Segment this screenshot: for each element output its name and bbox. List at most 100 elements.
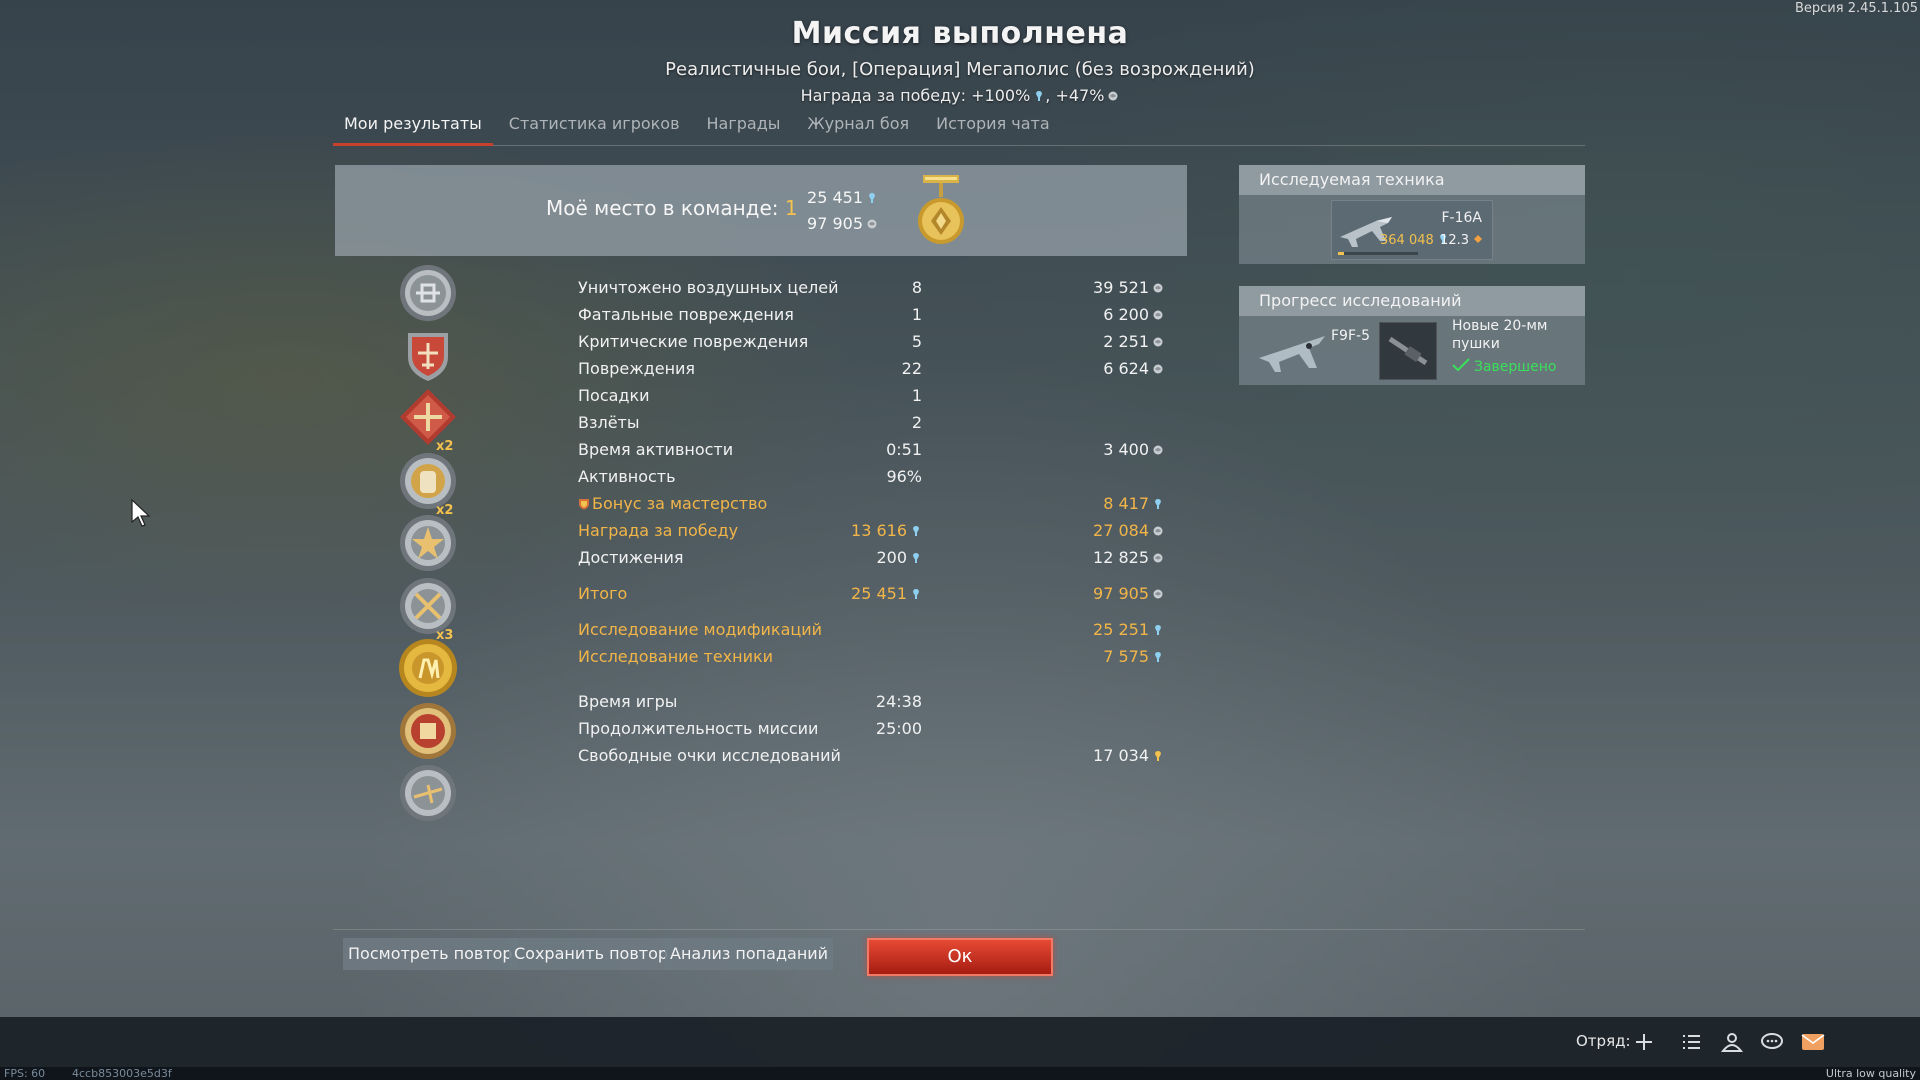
red-emblem-award-icon[interactable] <box>398 701 458 761</box>
silver-lion-icon <box>1153 364 1163 374</box>
stat-count: 0:51 <box>886 440 922 459</box>
stat-label: Исследование техники <box>578 647 774 666</box>
vehicle-name: F-16A <box>1441 210 1483 226</box>
rp-icon <box>1155 652 1161 662</box>
silver-lion-icon <box>1153 553 1163 563</box>
tab-my-results[interactable]: Мои результаты <box>333 110 493 146</box>
stat-count: 22 <box>901 359 922 378</box>
hit-analysis-button[interactable]: Анализ попаданий <box>665 938 834 970</box>
module-card[interactable] <box>1379 322 1437 380</box>
vehicle-card-f16a[interactable]: F-16A 364 048 12.3 <box>1331 200 1493 260</box>
summary-rp-value: 25 451 <box>807 188 863 207</box>
stat-count: 25:00 <box>875 719 922 738</box>
stat-reward-value: 6 624 <box>1103 359 1149 378</box>
summary-sl-value: 97 905 <box>807 214 863 233</box>
tab-battle-log[interactable]: Журнал боя <box>796 110 920 146</box>
ok-button[interactable]: Ок <box>867 938 1053 976</box>
stat-label: Критические повреждения <box>578 332 809 351</box>
stat-row: Взлёты 2 <box>578 413 1178 437</box>
stat-count: 200 <box>876 548 922 567</box>
summary-rp: 25 451 <box>807 188 878 207</box>
stat-reward-value: 8 417 <box>1103 494 1149 513</box>
watch-replay-button[interactable]: Посмотреть повтор <box>343 938 518 970</box>
stat-label-text: Бонус за мастерство <box>592 494 768 513</box>
stat-row-module-research: Исследование модификаций 25 251 <box>578 620 1178 644</box>
research-progress-title: Прогресс исследований <box>1239 286 1585 316</box>
stat-count: 25 451 <box>851 584 922 603</box>
stat-label: Исследование модификаций <box>578 620 823 639</box>
stat-row-victory-reward: Награда за победу 13 616 27 084 <box>578 521 1178 545</box>
stat-reward: 3 400 <box>1103 440 1164 459</box>
stat-count: 96% <box>886 467 922 486</box>
stat-reward-value: 12 825 <box>1093 548 1149 567</box>
silver-lion-icon <box>1153 310 1163 320</box>
stat-label: Достижения <box>578 548 684 567</box>
stat-reward: 6 200 <box>1103 305 1164 324</box>
add-squad-icon[interactable] <box>1630 1029 1658 1055</box>
stat-reward: 7 575 <box>1103 647 1164 666</box>
save-replay-button[interactable]: Сохранить повтор <box>509 938 674 970</box>
stat-reward-value: 17 034 <box>1093 746 1149 765</box>
researched-vehicle-panel: Исследуемая техника F-16A 364 048 12.3 <box>1239 165 1585 264</box>
tab-rewards[interactable]: Награды <box>696 110 792 146</box>
stat-label: Свободные очки исследований <box>578 746 841 765</box>
fist-award-icon[interactable] <box>398 451 458 511</box>
explosion-award-icon[interactable] <box>398 513 458 573</box>
stat-row: Свободные очки исследований 17 034 <box>578 746 1178 770</box>
stat-label: Награда за победу <box>578 521 739 540</box>
air-targets-award-icon[interactable] <box>398 263 458 323</box>
list-icon[interactable] <box>1677 1029 1705 1055</box>
stat-reward: 97 905 <box>1093 584 1164 603</box>
stat-label: Посадки <box>578 386 650 405</box>
stat-count: 8 <box>911 278 922 297</box>
divider <box>333 929 1585 930</box>
stat-reward-value: 7 575 <box>1103 647 1149 666</box>
results-tabs: Мои результаты Статистика игроков Наград… <box>333 110 1585 146</box>
team-place-label: Моё место в команде: 1 <box>546 196 798 220</box>
red-cross-award-icon[interactable] <box>398 387 458 447</box>
vehicle-rp: 364 048 <box>1380 233 1449 248</box>
stat-row-total: Итого 25 451 97 905 <box>578 584 1178 608</box>
stat-label: Время активности <box>578 440 734 459</box>
stat-row-vehicle-research: Исследование техники 7 575 <box>578 647 1178 671</box>
stat-row: Критические повреждения 5 2 251 <box>578 332 1178 356</box>
stat-reward-value: 2 251 <box>1103 332 1149 351</box>
silver-lion-icon <box>1153 589 1163 599</box>
stat-count: 24:38 <box>875 692 922 711</box>
stat-reward: 8 417 <box>1103 494 1164 513</box>
mouse-cursor-icon <box>131 498 151 527</box>
rp-icon <box>1155 625 1161 635</box>
bottom-bar: Отряд: <box>0 1017 1920 1067</box>
plane-award-icon[interactable] <box>398 763 458 823</box>
shield-plane-award-icon[interactable] <box>398 325 458 385</box>
silver-lion-icon <box>1153 526 1163 536</box>
stat-row: Повреждения 22 6 624 <box>578 359 1178 383</box>
gold-sun-award-icon[interactable] <box>398 638 458 698</box>
chat-icon[interactable] <box>1758 1029 1786 1055</box>
research-progress-panel: Прогресс исследований F9F-5 Новые 20-мм … <box>1239 286 1585 385</box>
stat-reward-value: 25 251 <box>1093 620 1149 639</box>
victory-reward-sl: , +47% <box>1045 86 1105 105</box>
research-progress-bar <box>1338 252 1418 255</box>
rp-icon <box>1036 91 1043 101</box>
stat-row: Уничтожено воздушных целей 8 39 521 <box>578 278 1178 302</box>
tab-chat-history[interactable]: История чата <box>925 110 1061 146</box>
quality-label: Ultra low quality <box>1825 1067 1916 1080</box>
silver-lion-icon <box>1153 337 1163 347</box>
rank-diamond-icon <box>1474 235 1482 243</box>
contacts-icon[interactable] <box>1718 1029 1746 1055</box>
stat-count: 1 <box>911 305 922 324</box>
f9f-jet-icon <box>1259 336 1325 372</box>
mastery-shield-icon <box>579 499 589 510</box>
stat-reward: 25 251 <box>1093 620 1164 639</box>
rp-icon <box>913 553 919 563</box>
stat-reward: 12 825 <box>1093 548 1164 567</box>
module-status: Завершено <box>1452 358 1556 375</box>
stat-reward-value: 27 084 <box>1093 521 1149 540</box>
stat-count: 2 <box>911 413 922 432</box>
tab-player-stats[interactable]: Статистика игроков <box>498 110 691 146</box>
stat-row: Посадки 1 <box>578 386 1178 410</box>
stat-reward: 39 521 <box>1093 278 1164 297</box>
mail-icon[interactable] <box>1799 1029 1827 1055</box>
crossed-swords-award-icon[interactable] <box>398 576 458 636</box>
